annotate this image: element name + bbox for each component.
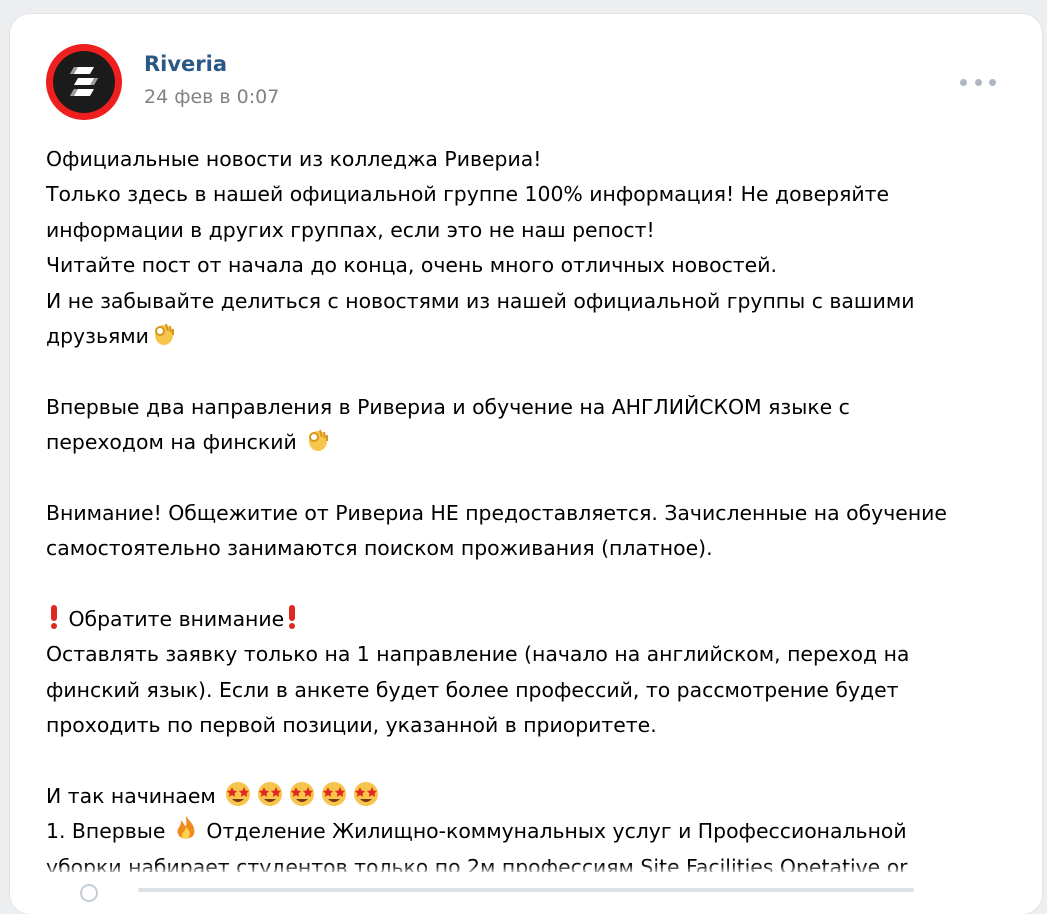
star-struck-icon bbox=[287, 779, 317, 818]
post-line: Обратите внимание bbox=[46, 602, 1026, 637]
post-line: Только здесь в нашей официальной группе … bbox=[46, 182, 890, 207]
red-exclamation-icon bbox=[285, 602, 299, 641]
post-author-link[interactable]: Riveria bbox=[144, 52, 227, 76]
post-line: проходить по первой позиции, указанной в… bbox=[46, 713, 657, 738]
post-line: И так начинаем bbox=[46, 779, 1026, 814]
post-line: Оставлять заявку только на 1 направление… bbox=[46, 642, 910, 667]
star-struck-icon bbox=[351, 779, 381, 818]
red-exclamation-icon bbox=[47, 602, 61, 641]
comment-avatar-icon bbox=[80, 884, 98, 902]
more-dots-icon[interactable] bbox=[960, 74, 996, 90]
post-line-text: И так начинаем bbox=[46, 784, 216, 809]
post-line: друзьями bbox=[46, 319, 1026, 354]
fire-icon bbox=[173, 814, 199, 853]
group-avatar[interactable] bbox=[46, 44, 122, 120]
post-bottom-overlay bbox=[10, 872, 1042, 912]
post-card: Riveria 24 фев в 0:07 Официальные новост… bbox=[10, 14, 1042, 914]
comment-input-bar[interactable] bbox=[138, 888, 914, 892]
star-struck-icon bbox=[255, 779, 285, 818]
post-line: Официальные новости из колледжа Ривериа! bbox=[46, 147, 542, 171]
post-line: информации в других группах, если это не… bbox=[46, 217, 655, 242]
post-line-text: переходом на финский bbox=[46, 430, 297, 455]
post-line-text: друзьями bbox=[46, 323, 149, 348]
post-line-text: 1. Впервые bbox=[46, 819, 166, 844]
post-line: Читайте пост от начала до конца, очень м… bbox=[46, 253, 777, 278]
star-struck-icon bbox=[223, 779, 253, 818]
post-line-text: Отделение Жилищно-коммунальных услуг и П… bbox=[206, 819, 907, 844]
ok-hand-icon bbox=[304, 425, 332, 464]
riveria-logo-icon bbox=[53, 51, 115, 113]
post-date[interactable]: 24 фев в 0:07 bbox=[144, 86, 279, 108]
post-line: самостоятельно занимаются поиском прожив… bbox=[46, 536, 713, 561]
star-struck-icon bbox=[319, 779, 349, 818]
post-line: Впервые два направления в Ривериа и обуч… bbox=[46, 394, 850, 419]
post-line: финский язык). Если в анкете будет более… bbox=[46, 677, 899, 702]
post-line: Внимание! Общежитие от Ривериа НЕ предос… bbox=[46, 500, 947, 525]
post-line: И не забывайте делиться с новостями из н… bbox=[46, 288, 915, 313]
post-line: 1. Впервые Отделение Жилищно-коммунальны… bbox=[46, 814, 1026, 849]
post-line-text: Обратите внимание bbox=[68, 607, 285, 632]
post-text: Официальные новости из колледжа Ривериа!… bbox=[46, 142, 1026, 885]
post-line: переходом на финский bbox=[46, 425, 1026, 460]
ok-hand-icon bbox=[150, 319, 178, 358]
